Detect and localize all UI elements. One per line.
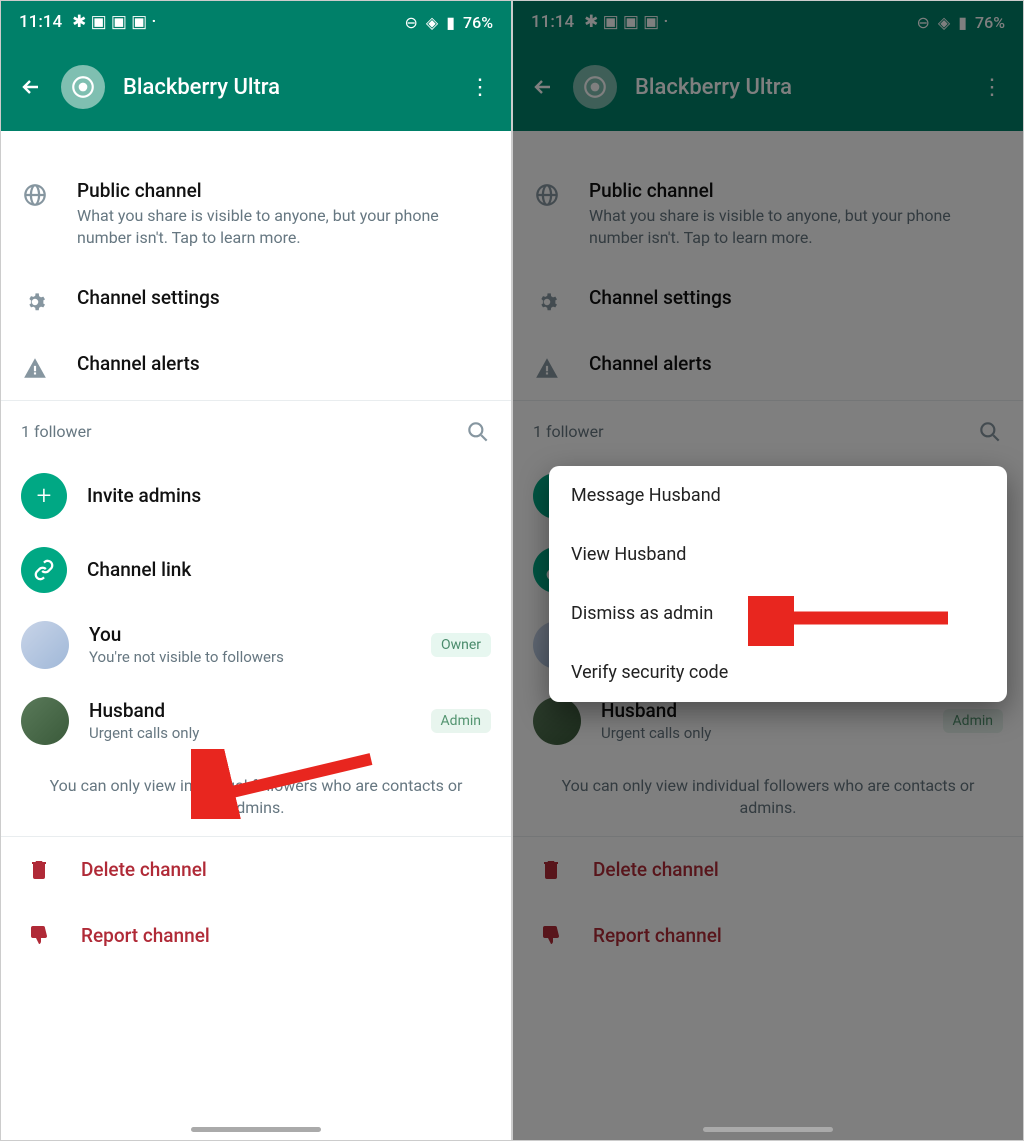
report-channel-label: Report channel (81, 924, 210, 947)
follower-count: 1 follower (21, 422, 91, 441)
right-screenshot: 11:14 ✱ ▣ ▣ ▣ · ⊖ ◈ ▮ 76% Blackberry Ult… (512, 0, 1024, 1141)
wifi-icon: ◈ (426, 13, 438, 32)
header-title[interactable]: Blackberry Ultra (123, 75, 280, 100)
battery-icon: ▮ (958, 13, 967, 32)
channel-alerts-label: Channel alerts (77, 352, 491, 375)
delete-channel-label: Delete channel (81, 858, 207, 881)
popup-verify-code[interactable]: Verify security code (549, 643, 1007, 702)
channel-link-row[interactable]: Channel link (1, 533, 511, 607)
battery-percent: 76% (463, 13, 493, 32)
channel-settings-row[interactable]: Channel settings (513, 268, 1023, 334)
annotation-arrow-icon (191, 749, 381, 819)
report-channel-row[interactable]: Report channel (1, 903, 511, 969)
nav-handle (703, 1127, 833, 1132)
back-arrow-icon[interactable] (531, 75, 555, 99)
member-husband-name: Husband (89, 699, 411, 722)
alert-icon (21, 354, 49, 382)
thumbs-down-icon (27, 923, 53, 949)
public-channel-row[interactable]: Public channel What you share is visible… (513, 161, 1023, 268)
search-icon[interactable] (977, 419, 1003, 445)
owner-badge: Owner (431, 633, 491, 657)
status-bar: 11:14 ✱ ▣ ▣ ▣ · ⊖ ◈ ▮ 76% (1, 1, 511, 43)
invite-admins-row[interactable]: + Invite admins (1, 459, 511, 533)
popup-message-husband[interactable]: Message Husband (549, 466, 1007, 525)
menu-dots-icon[interactable]: ⋮ (973, 75, 1011, 100)
app-header: Blackberry Ultra ⋮ (513, 43, 1023, 131)
avatar (21, 697, 69, 745)
member-you-name: You (89, 623, 411, 646)
channel-alerts-row[interactable]: Channel alerts (1, 334, 511, 400)
search-icon[interactable] (465, 419, 491, 445)
plus-icon: + (21, 473, 67, 519)
public-channel-row[interactable]: Public channel What you share is visible… (1, 161, 511, 268)
thumbs-down-icon (539, 923, 565, 949)
invite-admins-label: Invite admins (87, 484, 491, 507)
status-app-icons: ✱ ▣ ▣ ▣ · (584, 12, 668, 32)
followers-header: 1 follower (513, 401, 1023, 459)
followers-header: 1 follower (1, 401, 511, 459)
channel-avatar-icon[interactable] (61, 65, 105, 109)
channel-avatar-icon[interactable] (573, 65, 617, 109)
left-screenshot: 11:14 ✱ ▣ ▣ ▣ · ⊖ ◈ ▮ 76% Blackberry Ult… (0, 0, 512, 1141)
dnd-icon: ⊖ (405, 13, 418, 32)
menu-dots-icon[interactable]: ⋮ (461, 75, 499, 100)
link-icon (21, 547, 67, 593)
header-title: Blackberry Ultra (635, 75, 792, 100)
battery-icon: ▮ (446, 13, 455, 32)
alert-icon (533, 354, 561, 382)
member-husband-sub: Urgent calls only (89, 724, 411, 742)
public-channel-title: Public channel (77, 179, 491, 202)
public-channel-sub: What you share is visible to anyone, but… (77, 205, 491, 250)
member-husband-row[interactable]: Husband Urgent calls only Admin (1, 683, 511, 759)
channel-link-label: Channel link (87, 558, 491, 581)
report-channel-row[interactable]: Report channel (513, 903, 1023, 969)
back-arrow-icon[interactable] (19, 75, 43, 99)
admin-badge: Admin (431, 709, 491, 733)
context-menu: Message Husband View Husband Dismiss as … (549, 466, 1007, 702)
app-header: Blackberry Ultra ⋮ (1, 43, 511, 131)
status-app-icons: ✱ ▣ ▣ ▣ · (72, 12, 156, 32)
trash-icon (539, 857, 565, 883)
battery-percent: 76% (975, 13, 1005, 32)
dnd-icon: ⊖ (917, 13, 930, 32)
annotation-arrow-icon (748, 596, 958, 646)
status-time: 11:14 (531, 12, 574, 32)
avatar (21, 621, 69, 669)
channel-alerts-row[interactable]: Channel alerts (513, 334, 1023, 400)
globe-icon (21, 181, 49, 209)
delete-channel-row[interactable]: Delete channel (1, 837, 511, 903)
nav-handle (191, 1127, 321, 1132)
channel-settings-row[interactable]: Channel settings (1, 268, 511, 334)
status-time: 11:14 (19, 12, 62, 32)
popup-view-husband[interactable]: View Husband (549, 525, 1007, 584)
status-bar: 11:14 ✱ ▣ ▣ ▣ · ⊖ ◈ ▮ 76% (513, 1, 1023, 43)
channel-settings-label: Channel settings (77, 286, 491, 309)
trash-icon (27, 857, 53, 883)
avatar (533, 697, 581, 745)
delete-channel-row[interactable]: Delete channel (513, 837, 1023, 903)
globe-icon (533, 181, 561, 209)
member-you-sub: You're not visible to followers (89, 648, 411, 666)
gear-icon (533, 288, 561, 316)
gear-icon (21, 288, 49, 316)
member-you-row[interactable]: You You're not visible to followers Owne… (1, 607, 511, 683)
wifi-icon: ◈ (938, 13, 950, 32)
